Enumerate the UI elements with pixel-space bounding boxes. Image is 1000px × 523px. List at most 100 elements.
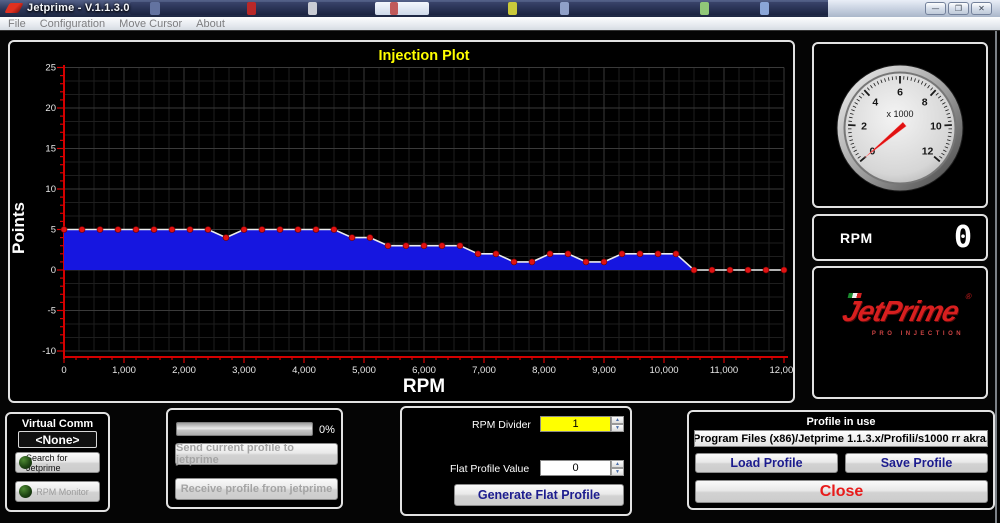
svg-text:3,000: 3,000 (232, 365, 256, 376)
taskbar-glimpse (150, 2, 160, 15)
taskbar-glimpse (508, 2, 517, 15)
svg-text:20: 20 (45, 103, 56, 114)
svg-text:2: 2 (861, 120, 867, 132)
spin-down-icon[interactable]: ▼ (611, 468, 624, 476)
tachometer-gauge: 024681012x 1000 (814, 44, 986, 206)
generate-flat-profile-button[interactable]: Generate Flat Profile (454, 484, 624, 506)
flat-profile-panel: RPM Divider 1 ▲ ▼ Flat Profile Value 0 ▲… (400, 406, 632, 516)
svg-text:6,000: 6,000 (412, 365, 436, 376)
taskbar-glimpse (390, 2, 398, 15)
send-profile-button[interactable]: Send current profile to jetprime (175, 443, 338, 465)
taskbar-glimpse (760, 2, 769, 15)
send-profile-label: Send current profile to jetprime (176, 442, 337, 466)
svg-text:x 1000: x 1000 (886, 109, 913, 119)
svg-text:4: 4 (872, 96, 878, 108)
rpm-monitor-button[interactable]: RPM Monitor (15, 481, 100, 502)
svg-text:12: 12 (922, 146, 934, 158)
rpm-readout-label: RPM (840, 230, 873, 246)
svg-text:9,000: 9,000 (592, 365, 616, 376)
spin-up-icon[interactable]: ▲ (611, 460, 624, 468)
svg-text:12,000: 12,000 (769, 365, 793, 376)
rpm-divider-label: RPM Divider (472, 419, 531, 431)
generate-flat-profile-label: Generate Flat Profile (478, 488, 600, 502)
svg-text:2,000: 2,000 (172, 365, 196, 376)
taskbar-glimpse (700, 2, 709, 15)
taskbar-glimpse (247, 2, 256, 15)
svg-text:10,000: 10,000 (649, 365, 678, 376)
search-jetprime-label: Search for Jetprime (26, 453, 99, 473)
rpm-readout-value: 0 (954, 223, 972, 253)
svg-text:4,000: 4,000 (292, 365, 316, 376)
svg-text:-5: -5 (48, 306, 56, 317)
svg-text:25: 25 (45, 63, 56, 74)
svg-text:5,000: 5,000 (352, 365, 376, 376)
title-bar: Jetprime - V.1.1.3.0 — ❐ ✕ (0, 0, 1000, 17)
close-button[interactable]: Close (695, 480, 988, 503)
save-profile-label: Save Profile (881, 456, 953, 470)
spin-down-icon[interactable]: ▼ (611, 424, 624, 432)
close-label: Close (820, 483, 864, 501)
tachometer-panel: 024681012x 1000 (812, 42, 988, 208)
taskbar-glimpse (375, 2, 429, 15)
close-window-button[interactable]: ✕ (971, 2, 992, 15)
transfer-progress-text: 0% (319, 424, 335, 436)
load-profile-label: Load Profile (730, 456, 802, 470)
svg-text:-10: -10 (42, 346, 56, 357)
svg-text:RPM: RPM (403, 376, 445, 397)
svg-text:5: 5 (51, 225, 56, 236)
transfer-progressbar (176, 422, 313, 436)
search-led-icon (19, 456, 32, 469)
flat-value-label: Flat Profile Value (450, 463, 529, 475)
svg-text:10: 10 (45, 184, 56, 195)
svg-text:1,000: 1,000 (112, 365, 136, 376)
minimize-button[interactable]: — (925, 2, 946, 15)
profile-path-field: C:/Program Files (x86)/Jetprime 1.1.3.x/… (694, 430, 988, 447)
virtual-comm-title: Virtual Comm (7, 418, 108, 430)
save-profile-button[interactable]: Save Profile (845, 453, 988, 473)
svg-text:6: 6 (897, 87, 903, 99)
flat-value-spinner[interactable]: ▲ ▼ (611, 460, 624, 476)
menu-move-cursor[interactable]: Move Cursor (119, 18, 182, 30)
rpm-divider-spinner[interactable]: ▲ ▼ (611, 416, 624, 432)
load-profile-button[interactable]: Load Profile (695, 453, 838, 473)
svg-text:8: 8 (922, 96, 928, 108)
flat-value-input[interactable]: 0 (540, 460, 611, 476)
menu-configuration[interactable]: Configuration (40, 18, 105, 30)
svg-text:15: 15 (45, 144, 56, 155)
window-title: Jetprime - V.1.1.3.0 (27, 2, 130, 14)
svg-text:7,000: 7,000 (472, 365, 496, 376)
svg-text:Points: Points (10, 202, 28, 254)
menu-bar: File Configuration Move Cursor About (0, 17, 1000, 31)
transfer-panel: 0% Send current profile to jetprime Rece… (166, 408, 343, 509)
window-right-border (995, 31, 997, 523)
jetprime-app-icon (4, 3, 23, 13)
menu-about[interactable]: About (196, 18, 225, 30)
logo-panel: JetPrime ® PRO INJECTION (812, 266, 988, 399)
virtual-comm-panel: Virtual Comm <None> Search for Jetprime … (5, 412, 110, 512)
rpm-divider-input[interactable]: 1 (540, 416, 611, 432)
monitor-led-icon (19, 485, 32, 498)
restore-button[interactable]: ❐ (948, 2, 969, 15)
spin-up-icon[interactable]: ▲ (611, 416, 624, 424)
svg-text:0: 0 (51, 265, 56, 276)
italian-flag-icon (847, 293, 861, 298)
receive-profile-label: Receive profile from jetprime (181, 483, 333, 495)
svg-text:Injection Plot: Injection Plot (378, 48, 469, 64)
svg-text:8,000: 8,000 (532, 365, 556, 376)
receive-profile-button[interactable]: Receive profile from jetprime (175, 478, 338, 500)
search-jetprime-button[interactable]: Search for Jetprime (15, 452, 100, 473)
comm-port-selector[interactable]: <None> (18, 431, 97, 448)
rpm-readout-panel: RPM 0 (812, 214, 988, 261)
injection-plot-chart[interactable]: 2520151050-5-1001,0002,0003,0004,0005,00… (10, 42, 793, 401)
jetprime-window: Jetprime - V.1.1.3.0 — ❐ ✕ File Configur… (0, 0, 1000, 523)
svg-text:10: 10 (930, 120, 942, 132)
rpm-monitor-label: RPM Monitor (36, 487, 89, 497)
injection-plot-panel: 2520151050-5-1001,0002,0003,0004,0005,00… (8, 40, 795, 403)
taskbar-glimpse (560, 2, 569, 15)
profile-in-use-title: Profile in use (689, 416, 993, 428)
menu-file[interactable]: File (8, 18, 26, 30)
jetprime-logo: JetPrime (839, 296, 962, 329)
svg-text:11,000: 11,000 (710, 365, 738, 376)
profile-panel: Profile in use C:/Program Files (x86)/Je… (687, 410, 995, 510)
registered-mark: ® (964, 292, 972, 301)
